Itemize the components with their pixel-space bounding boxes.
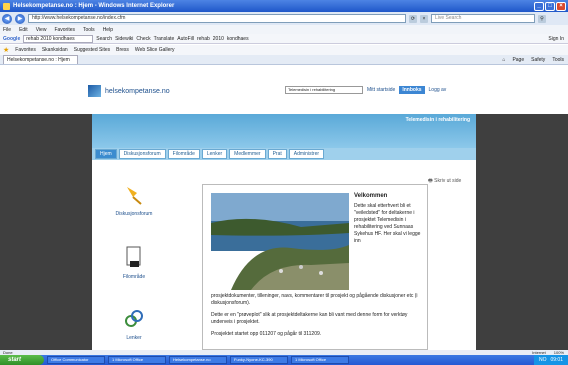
menu-edit[interactable]: Edit — [19, 27, 28, 33]
print-label: Skriv ut side — [434, 178, 462, 184]
taskbar-item[interactable]: Helsekompetanse.no — [169, 356, 227, 364]
tab-hjem[interactable]: Hjem — [95, 149, 117, 159]
site-header: helsekompetanse.no Telemedisin i rehabil… — [0, 66, 568, 114]
google-search-field[interactable]: rehab 2010 kondhaes — [23, 34, 94, 43]
tools-menu[interactable]: Tools — [552, 57, 564, 63]
tab-lenker[interactable]: Lenker — [201, 149, 228, 159]
google-logo: Google — [3, 35, 21, 42]
url-field[interactable]: http://www.helsekompetanse.no/index.cfm — [28, 14, 406, 23]
google-search-button[interactable]: Search — [96, 36, 112, 42]
sidewiki-button[interactable]: Sidewiki — [115, 36, 133, 42]
sidelink-label: Diskusjonsforum — [115, 211, 153, 217]
site-selector[interactable]: Telemedisin i rehabilitering — [285, 86, 363, 94]
logo-text: helsekompetanse.no — [105, 87, 170, 95]
maximize-button[interactable]: □ — [545, 1, 555, 11]
tab-administrer[interactable]: Administrer — [288, 149, 325, 159]
live-search-field[interactable]: Live Search — [431, 14, 535, 23]
browser-tab[interactable]: Helsekompetanse.no : Hjem — [3, 55, 78, 64]
highlight-2010[interactable]: 2010 — [213, 36, 224, 42]
document-icon — [126, 246, 141, 267]
site-banner: Telemedisin i rehabilitering — [92, 114, 476, 148]
fjord-photo — [211, 193, 349, 290]
search-icon[interactable]: ⚲ — [538, 14, 546, 23]
page-menu[interactable]: Page — [512, 57, 524, 63]
google-toolbar: Google rehab 2010 kondhaes Search Sidewi… — [0, 34, 568, 44]
favorites-star-icon[interactable]: ★ — [3, 46, 9, 54]
sidelink-label: Filområde — [122, 274, 146, 280]
sidelink-label: Lenker — [126, 335, 142, 341]
favorite-item[interactable]: Suggested Sites — [74, 47, 110, 53]
safety-menu[interactable]: Safety — [531, 57, 545, 63]
ie-icon — [3, 2, 10, 10]
refresh-icon[interactable]: ⟳ — [409, 14, 417, 23]
favorite-item[interactable]: Web Slice Gallery — [135, 47, 175, 53]
tab-medlemmer[interactable]: Medlemmer — [229, 149, 266, 159]
menu-view[interactable]: View — [36, 27, 47, 33]
logo-mark-icon — [88, 85, 101, 97]
highlight-kondhaes[interactable]: kondhaes — [227, 36, 249, 42]
window-controls: _ □ × — [534, 1, 568, 11]
pushpin-icon — [127, 187, 142, 205]
tab-diskusjonsforum[interactable]: Diskusjonsforum — [118, 149, 166, 159]
main-area: Diskusjonsforum Filområde Lenker Velkomm… — [92, 160, 476, 350]
site-nav: Hjem Diskusjonsforum Filområde Lenker Me… — [92, 148, 476, 160]
welcome-article: Velkommen Dette skal etterhvert bli et "… — [202, 184, 428, 350]
start-button[interactable]: start — [0, 355, 44, 365]
inbox-button[interactable]: Innboks — [399, 86, 425, 94]
menu-tools[interactable]: Tools — [83, 27, 95, 33]
taskbar: start Office Communicator 1 Microsoft Of… — [0, 355, 568, 365]
tab-prat[interactable]: Prat — [267, 149, 287, 159]
article-paragraph: prosjektdokumenter, tilleninger, navs, k… — [211, 293, 418, 306]
translate-button[interactable]: Translate — [154, 36, 175, 42]
tab-row: Helsekompetanse.no : Hjem ⌂ Page Safety … — [0, 55, 568, 65]
highlight-rehab[interactable]: rehab — [197, 36, 210, 42]
stop-icon[interactable]: × — [420, 14, 428, 23]
window-title: Helsekompetanse.no : Hjem - Windows Inte… — [13, 3, 175, 9]
favorites-bar: ★ Favorites Skanksidan Suggested Sites B… — [0, 45, 568, 55]
favorites-label[interactable]: Favorites — [15, 47, 36, 53]
page-viewport: helsekompetanse.no Telemedisin i rehabil… — [0, 66, 568, 350]
menu-help[interactable]: Help — [103, 27, 113, 33]
taskbar-item[interactable]: Funky-Nyone-KC-390 — [230, 356, 288, 364]
favorite-item[interactable]: Skanksidan — [42, 47, 68, 53]
welcome-block: Velkommen Dette skal etterhvert bli et "… — [354, 193, 422, 245]
sidelink-filomrade[interactable]: Filområde — [104, 245, 164, 280]
menu-favorites[interactable]: Favorites — [54, 27, 75, 33]
favorite-item[interactable]: Bress — [116, 47, 129, 53]
welcome-text: Dette skal etterhvert bli et "veiledsted… — [354, 203, 421, 244]
taskbar-item[interactable]: Office Communicator — [47, 356, 105, 364]
print-page-link[interactable]: 🖶 Skriv ut side — [428, 178, 461, 186]
minimize-button[interactable]: _ — [534, 1, 544, 11]
language-indicator[interactable]: NO — [539, 355, 547, 365]
taskbar-item[interactable]: 1 Microsoft Office — [291, 356, 349, 364]
clock: 09:01 — [550, 357, 563, 363]
home-icon[interactable]: ⌂ — [502, 57, 505, 63]
menu-file[interactable]: File — [3, 27, 11, 33]
my-startpage-link[interactable]: Mitt startside — [367, 87, 395, 93]
back-button[interactable]: ◀ — [2, 13, 12, 24]
autofill-button[interactable]: AutoFill — [177, 36, 194, 42]
article-body: prosjektdokumenter, tilleninger, navs, k… — [211, 293, 425, 343]
logout-link[interactable]: Logg av — [429, 87, 447, 93]
taskbar-item[interactable]: 1 Microsoft Office — [108, 356, 166, 364]
command-bar: ⌂ Page Safety Tools — [502, 57, 568, 63]
check-button[interactable]: Check — [136, 36, 150, 42]
article-paragraph: Prosjektet startet opp 011207 og pågår t… — [211, 331, 322, 337]
article-paragraph: Dette er en "prøveplot" slik at prosjekt… — [211, 312, 408, 325]
forward-button[interactable]: ▶ — [15, 13, 25, 24]
tab-filomrade[interactable]: Filområde — [167, 149, 200, 159]
banner-title: Telemedisin i rehabilitering — [405, 117, 470, 123]
system-tray: NO 09:01 — [533, 355, 568, 365]
sidelink-lenker[interactable]: Lenker — [104, 308, 164, 341]
address-bar: ◀ ▶ http://www.helsekompetanse.no/index.… — [0, 12, 568, 25]
link-icon — [125, 310, 143, 327]
header-links: Mitt startside Innboks Logg av — [367, 86, 446, 94]
site-logo[interactable]: helsekompetanse.no — [88, 85, 170, 97]
menu-bar: File Edit View Favorites Tools Help — [0, 25, 568, 34]
sign-in-link[interactable]: Sign In — [548, 36, 568, 42]
close-button[interactable]: × — [556, 1, 566, 11]
title-bar: Helsekompetanse.no : Hjem - Windows Inte… — [0, 0, 568, 12]
welcome-title: Velkommen — [354, 193, 388, 199]
sidelink-diskusjonsforum[interactable]: Diskusjonsforum — [104, 184, 164, 217]
